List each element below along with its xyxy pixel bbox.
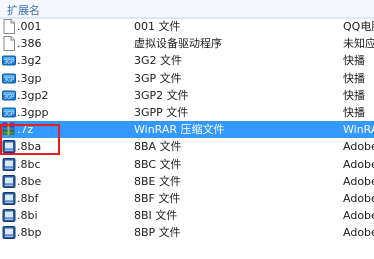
description-cell: 8BC 文件 bbox=[134, 157, 182, 171]
svg-text:3GP: 3GP bbox=[4, 94, 14, 100]
list-item[interactable]: .8bf 8BF 文件 Adobe bbox=[0, 190, 374, 207]
adobe-plugin-icon bbox=[2, 208, 16, 223]
default-program-cell: 快播 bbox=[343, 71, 365, 85]
extension-cell: .3gp bbox=[17, 71, 42, 85]
svg-text:3GP: 3GP bbox=[4, 60, 14, 66]
blank-file-icon bbox=[2, 19, 16, 34]
default-program-cell: WinRA bbox=[343, 123, 374, 137]
default-program-cell: 快播 bbox=[343, 88, 365, 102]
list-item[interactable]: .8ba 8BA 文件 Adobe bbox=[0, 138, 374, 155]
column-header: 扩展名 bbox=[0, 0, 374, 19]
winrar-archive-icon bbox=[2, 122, 16, 137]
list-item[interactable]: 3GP .3g2 3G2 文件 快播 bbox=[0, 52, 374, 69]
extension-cell: .3g2 bbox=[17, 54, 42, 68]
extension-cell: .8bi bbox=[17, 209, 38, 223]
adobe-plugin-icon bbox=[2, 225, 16, 240]
list-item[interactable]: 3GP .3gpp 3GPP 文件 快播 bbox=[0, 104, 374, 121]
default-program-cell: Adobe bbox=[343, 174, 374, 188]
file-type-list: .001001 文件QQ电脑.386虚拟设备驱动程序未知应3GP.3g23G2 … bbox=[0, 18, 374, 241]
description-cell: 虚拟设备驱动程序 bbox=[134, 37, 222, 51]
default-program-cell: 快播 bbox=[343, 54, 365, 68]
description-cell: 8BP 文件 bbox=[134, 226, 181, 240]
list-item[interactable]: .386 虚拟设备驱动程序 未知应 bbox=[0, 35, 374, 52]
adobe-plugin-icon bbox=[2, 191, 16, 206]
default-program-cell: Adobe bbox=[343, 209, 374, 223]
default-program-cell: Adobe bbox=[343, 157, 374, 171]
description-cell: 8BE 文件 bbox=[134, 174, 181, 188]
default-program-cell: 未知应 bbox=[343, 37, 374, 51]
blank-file-icon bbox=[2, 36, 16, 52]
description-cell: 3GPP 文件 bbox=[134, 105, 189, 119]
adobe-plugin-icon bbox=[2, 174, 16, 189]
description-cell: 3GP2 文件 bbox=[134, 88, 189, 102]
list-item[interactable]: .8bi 8BI 文件 Adobe bbox=[0, 207, 374, 224]
default-program-cell: Adobe bbox=[343, 226, 374, 240]
extension-column-header[interactable]: 扩展名 bbox=[7, 2, 40, 18]
extension-cell: .3gp2 bbox=[17, 88, 49, 102]
qvod-media-icon: 3GP bbox=[2, 105, 16, 120]
description-cell: 8BI 文件 bbox=[134, 209, 178, 223]
list-item[interactable]: .001 001 文件 QQ电脑 bbox=[0, 18, 374, 35]
list-item[interactable]: 3GP .3gp 3GP 文件 快播 bbox=[0, 70, 374, 87]
svg-text:3GP: 3GP bbox=[4, 77, 14, 83]
list-item[interactable]: .8bc 8BC 文件 Adobe bbox=[0, 156, 374, 173]
extension-cell: .8be bbox=[17, 174, 42, 188]
list-item[interactable]: .8bp 8BP 文件 Adobe bbox=[0, 224, 374, 241]
default-program-cell: Adobe bbox=[343, 191, 374, 205]
description-cell: 001 文件 bbox=[134, 20, 181, 33]
extension-cell: .001 bbox=[17, 20, 42, 33]
description-cell: 8BA 文件 bbox=[134, 140, 182, 154]
extension-cell: .7z bbox=[17, 123, 34, 137]
extension-cell: .8bp bbox=[17, 226, 42, 240]
adobe-plugin-icon bbox=[2, 157, 16, 172]
extension-cell: .386 bbox=[17, 37, 42, 51]
qvod-media-icon: 3GP bbox=[2, 53, 16, 68]
qvod-media-icon: 3GP bbox=[2, 71, 16, 86]
description-cell: 3G2 文件 bbox=[134, 54, 183, 68]
extension-cell: .8ba bbox=[17, 140, 42, 154]
extension-cell: .8bf bbox=[17, 191, 39, 205]
default-program-cell: QQ电脑 bbox=[343, 20, 374, 33]
qvod-media-icon: 3GP bbox=[2, 88, 16, 103]
extension-cell: .8bc bbox=[17, 157, 41, 171]
adobe-plugin-icon bbox=[2, 139, 16, 154]
svg-text:3GP: 3GP bbox=[4, 111, 14, 117]
default-program-cell: Adobe bbox=[343, 140, 374, 154]
extension-cell: .3gpp bbox=[17, 105, 49, 119]
description-cell: 8BF 文件 bbox=[134, 191, 181, 205]
default-program-cell: 快播 bbox=[343, 105, 365, 119]
list-item[interactable]: 3GP .3gp2 3GP2 文件 快播 bbox=[0, 87, 374, 104]
list-item[interactable]: .8be 8BE 文件 Adobe bbox=[0, 173, 374, 190]
list-item[interactable]: .7z WinRAR 压缩文件 WinRA bbox=[0, 121, 374, 139]
description-cell: WinRAR 压缩文件 bbox=[134, 123, 225, 137]
description-cell: 3GP 文件 bbox=[134, 71, 182, 85]
